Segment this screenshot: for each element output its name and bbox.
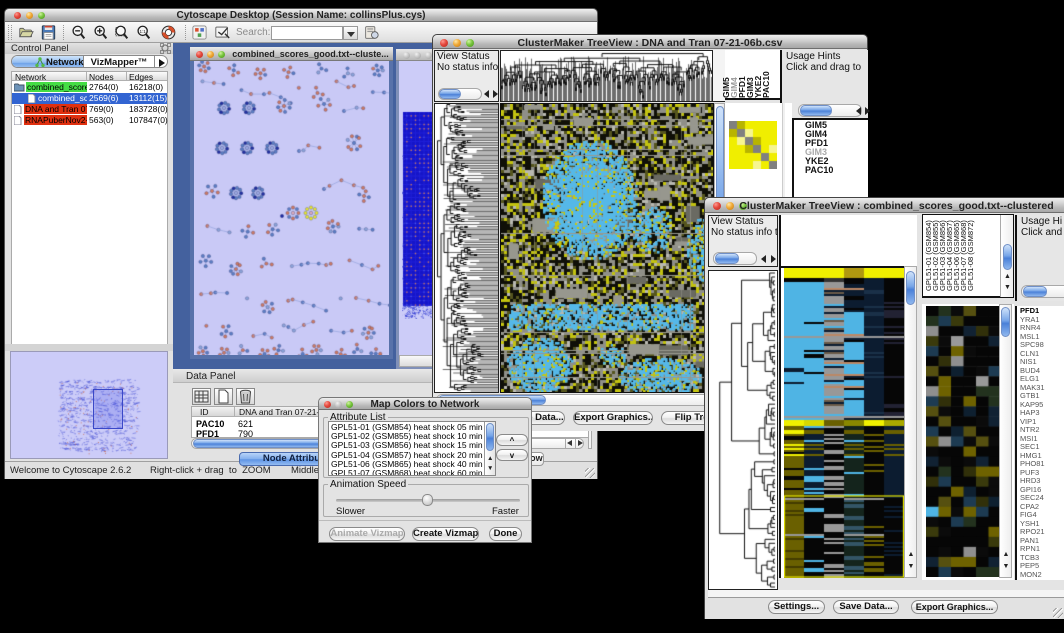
svg-text:1:1: 1:1 — [139, 29, 146, 34]
